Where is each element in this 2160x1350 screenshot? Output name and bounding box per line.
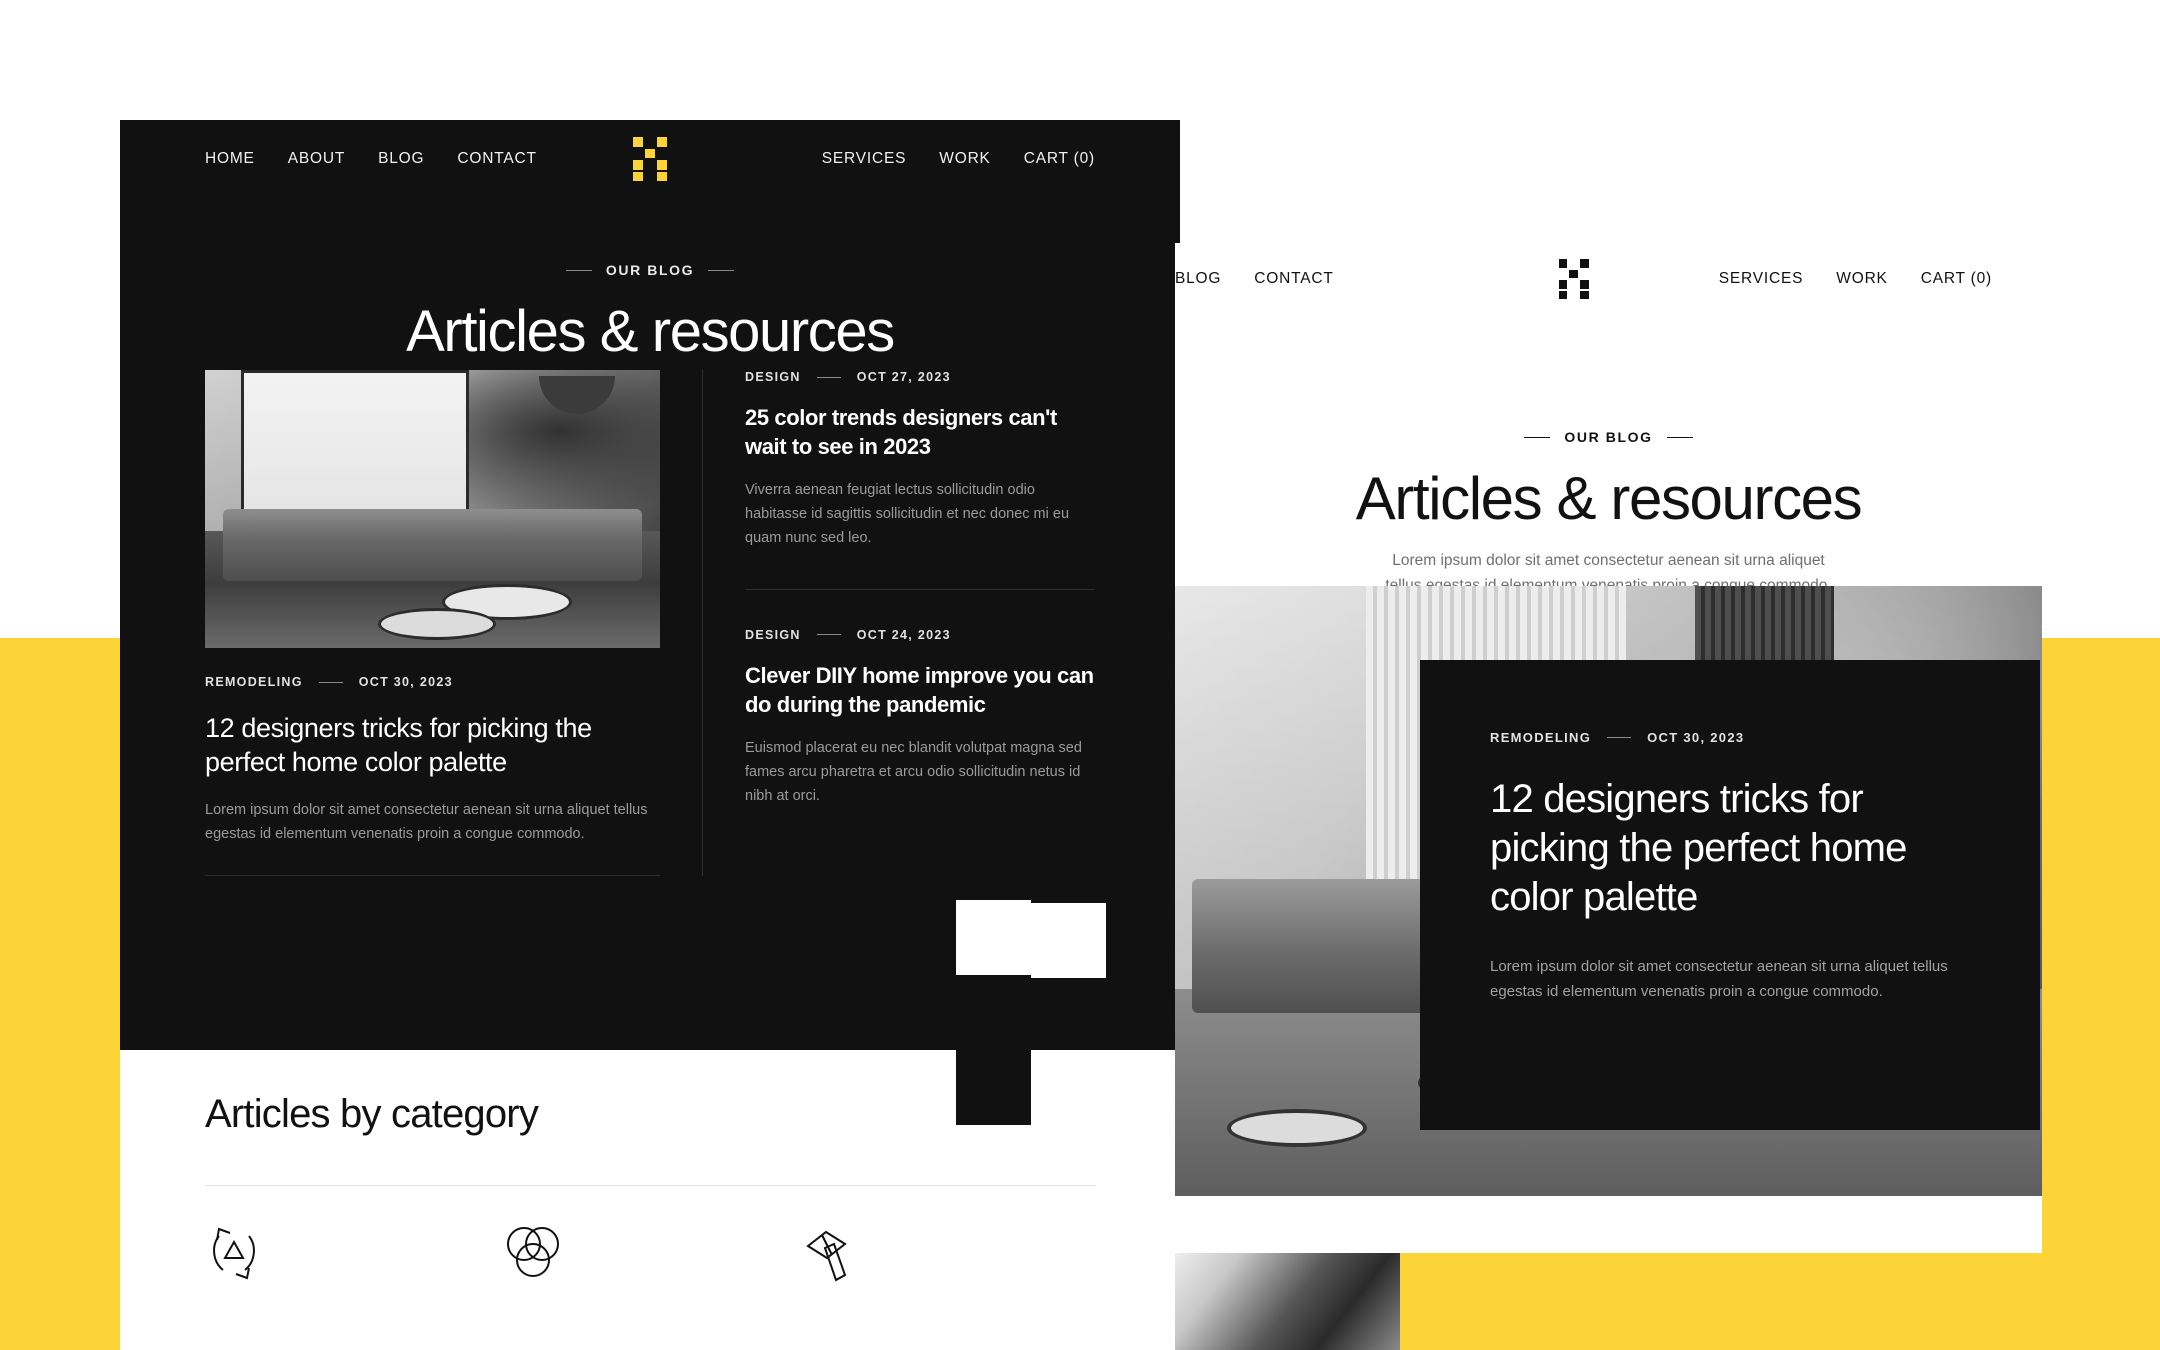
meta-rule (816, 376, 841, 378)
photo-table-b (377, 607, 496, 640)
nav-cart[interactable]: CART (0) (1024, 150, 1095, 168)
list-date: OCT 24, 2023 (856, 627, 951, 642)
left-mockup-dark: HOME ABOUT BLOG CONTACT SERVICES WORK CA… (120, 120, 1180, 1050)
list-category: DESIGN (745, 627, 801, 642)
list-title[interactable]: 25 color trends designers can't wait to … (745, 404, 1095, 461)
eyebrow-rule-left (565, 269, 592, 271)
nav-about[interactable]: ABOUT (288, 150, 345, 168)
featured-meta: REMODELING OCT 30, 2023 (205, 675, 660, 689)
eyebrow-rule-right (708, 269, 735, 271)
category-divider (205, 1185, 1095, 1186)
featured-title[interactable]: 12 designers tricks for picking the perf… (205, 711, 660, 779)
list-excerpt: Viverra aenean feugiat lectus sollicitud… (745, 482, 1070, 547)
nav-blog[interactable]: BLOG (378, 150, 424, 168)
list-title[interactable]: Clever DIIY home improve you can do duri… (745, 662, 1095, 719)
category-item-3[interactable] (798, 1220, 1095, 1284)
right-page-title: Articles & resources (1355, 465, 1863, 532)
three-circles-icon (502, 1220, 564, 1284)
brand-logo-icon[interactable] (1558, 259, 1589, 299)
hammer-icon (798, 1220, 856, 1284)
brand-logo-icon[interactable] (633, 137, 667, 181)
right-card-meta: REMODELING OCT 30, 2023 (1490, 730, 1980, 745)
featured-category: REMODELING (205, 675, 303, 689)
category-item-2[interactable] (502, 1220, 799, 1284)
photo-table-b (1227, 1109, 1368, 1148)
left-articles-grid: REMODELING OCT 30, 2023 12 designers tri… (205, 370, 1095, 876)
eyebrow-label: OUR BLOG (1564, 429, 1653, 445)
meta-rule (816, 634, 841, 636)
right-card-title[interactable]: 12 designers tricks for picking the perf… (1490, 775, 1980, 921)
featured-date: OCT 30, 2023 (358, 675, 453, 689)
right-nav-primary: BLOG CONTACT (1175, 270, 1334, 288)
nav-contact[interactable]: CONTACT (457, 150, 536, 168)
list-excerpt: Euismod placerat eu nec blandit volutpat… (745, 740, 1082, 804)
right-eyebrow: OUR BLOG (1175, 429, 2042, 445)
eyebrow-label: OUR BLOG (605, 262, 695, 278)
living-room-photo (205, 370, 660, 648)
canvas: HOME ABOUT BLOG CONTACT SERVICES WORK CA… (0, 0, 2160, 1350)
list-date: OCT 27, 2023 (856, 370, 951, 384)
article-list: DESIGN OCT 27, 2023 25 color trends desi… (745, 370, 1095, 876)
grid-vertical-divider (702, 370, 703, 876)
nav-cart[interactable]: CART (0) (1921, 270, 1992, 288)
featured-article[interactable]: REMODELING OCT 30, 2023 12 designers tri… (205, 370, 660, 876)
eyebrow-rule-right (1666, 436, 1693, 438)
list-divider (745, 588, 1095, 590)
nav-services[interactable]: SERVICES (822, 150, 907, 168)
left-nav-secondary: SERVICES WORK CART (0) (822, 150, 1095, 168)
right-featured-card[interactable]: REMODELING OCT 30, 2023 12 designers tri… (1420, 660, 2040, 1130)
right-card-date: OCT 30, 2023 (1647, 730, 1745, 745)
eyebrow-rule-left (1524, 436, 1551, 438)
checker-square-white-2 (1031, 903, 1106, 978)
checker-square-white-1 (956, 900, 1031, 975)
list-meta: DESIGN OCT 27, 2023 (745, 370, 1095, 384)
left-nav-primary: HOME ABOUT BLOG CONTACT (205, 150, 537, 168)
list-meta: DESIGN OCT 24, 2023 (745, 628, 1095, 642)
bottom-photo-sliver (1175, 1253, 1400, 1350)
nav-contact[interactable]: CONTACT (1254, 270, 1333, 288)
nav-blog[interactable]: BLOG (1175, 270, 1221, 288)
photo-sofa (223, 509, 642, 582)
meta-rule (1607, 737, 1632, 738)
category-icon-row (205, 1220, 1095, 1284)
nav-work[interactable]: WORK (939, 150, 990, 168)
featured-divider (205, 874, 660, 876)
left-eyebrow: OUR BLOG (120, 262, 1180, 278)
list-item[interactable]: DESIGN OCT 27, 2023 25 color trends desi… (745, 370, 1095, 551)
left-page-title: Articles & resources (406, 299, 895, 364)
right-nav-secondary: SERVICES WORK CART (0) (1719, 270, 1992, 288)
list-category: DESIGN (745, 370, 801, 384)
right-card-category: REMODELING (1490, 730, 1592, 745)
nav-services[interactable]: SERVICES (1719, 270, 1804, 288)
nav-work[interactable]: WORK (1836, 270, 1887, 288)
photo-lamp (538, 375, 615, 414)
right-navbar: BLOG CONTACT SERVICES WORK CART (0) (1175, 243, 2042, 315)
right-card-excerpt: Lorem ipsum dolor sit amet consectetur a… (1490, 958, 1948, 1001)
checker-square-dark-1 (956, 1050, 1031, 1125)
featured-excerpt: Lorem ipsum dolor sit amet consectetur a… (205, 802, 648, 842)
recycle-triangle-icon (205, 1220, 263, 1284)
nav-home[interactable]: HOME (205, 150, 255, 168)
meta-rule (318, 681, 343, 683)
list-item[interactable]: DESIGN OCT 24, 2023 Clever DIIY home imp… (745, 628, 1095, 809)
left-navbar: HOME ABOUT BLOG CONTACT SERVICES WORK CA… (120, 120, 1180, 198)
category-item-1[interactable] (205, 1220, 502, 1284)
